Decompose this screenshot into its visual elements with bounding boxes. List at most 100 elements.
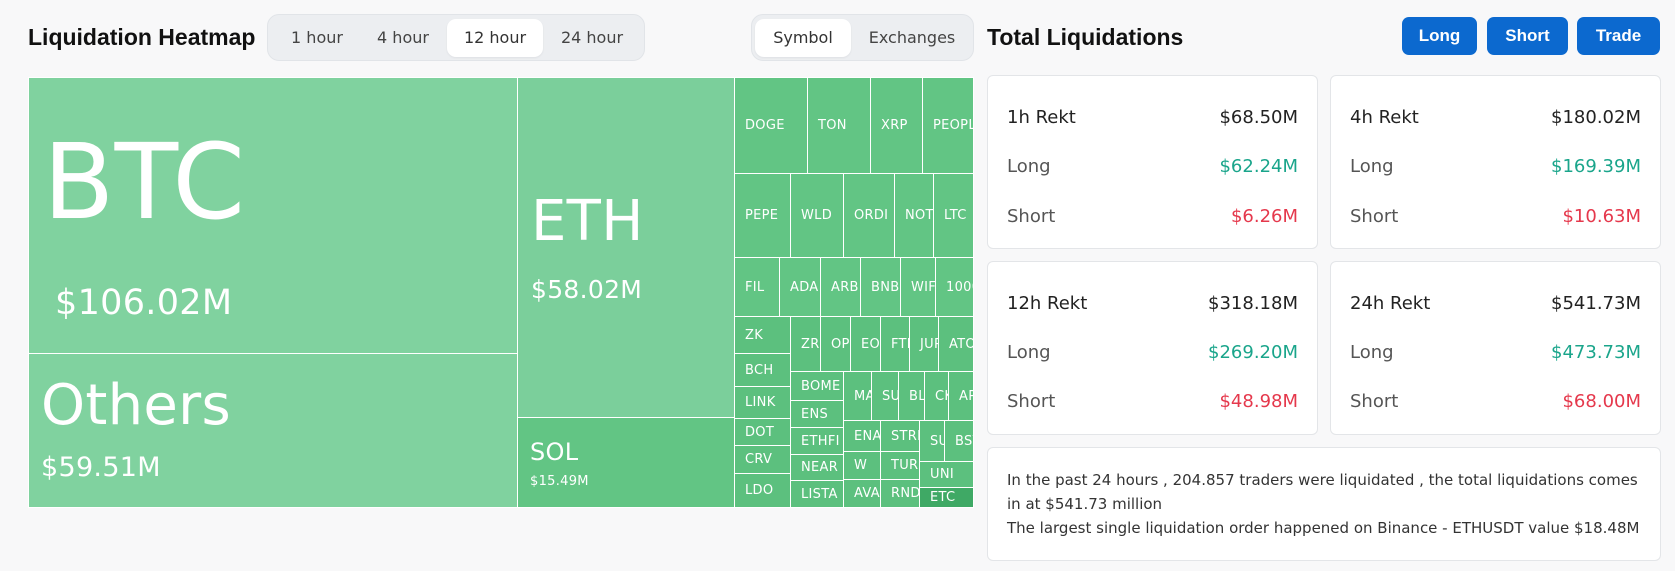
card-total: $68.50M xyxy=(1219,106,1298,128)
heatmap-tile-arb[interactable]: ARB xyxy=(820,257,861,317)
heatmap-tile-bsv[interactable]: BSV xyxy=(944,420,974,462)
tab-symbol[interactable]: Symbol xyxy=(755,19,851,57)
heatmap-tile-strk[interactable]: STRK xyxy=(880,420,920,452)
heatmap-tile-atom[interactable]: ATOM xyxy=(938,316,974,372)
heatmap-tile-uni[interactable]: UNI xyxy=(919,461,974,488)
heatmap-tile-bch[interactable]: BCH xyxy=(734,353,791,387)
heatmap-tile-doge[interactable]: DOGE xyxy=(734,77,808,174)
card-header: 12h Rekt $318.18M xyxy=(1007,291,1298,315)
heatmap-tile-op[interactable]: OP xyxy=(820,316,851,372)
card-header: 1h Rekt $68.50M xyxy=(1007,105,1298,129)
long-label: Long xyxy=(1350,155,1394,177)
heatmap-tile-eos[interactable]: EOS xyxy=(850,316,881,372)
card-total: $180.02M xyxy=(1551,106,1641,128)
short-value: $10.63M xyxy=(1562,205,1641,227)
card-short-row: Short $68.00M xyxy=(1350,389,1641,413)
heatmap-tile-ens[interactable]: ENS xyxy=(790,400,844,428)
view-tabs: Symbol Exchanges xyxy=(751,14,974,61)
long-label: Long xyxy=(1007,341,1051,363)
heatmap-tile-pepe[interactable]: PEPE xyxy=(734,173,791,258)
card-short-row: Short $10.63M xyxy=(1350,204,1641,228)
heatmap-tile-zk[interactable]: ZK xyxy=(734,316,791,354)
tab-exchanges[interactable]: Exchanges xyxy=(855,19,969,57)
heatmap-tile-near[interactable]: NEAR xyxy=(790,454,844,481)
long-value: $169.39M xyxy=(1551,155,1641,177)
summary-line-1: In the past 24 hours , 204.857 traders w… xyxy=(1007,471,1638,513)
heatmap-tile-w[interactable]: W xyxy=(843,451,881,480)
tile-value: $106.02M xyxy=(55,283,233,323)
card-title: 12h Rekt xyxy=(1007,292,1088,314)
long-label: Long xyxy=(1007,155,1051,177)
heatmap-tile-sushi[interactable]: SUSHI xyxy=(919,420,945,462)
heatmap-tile-1000[interactable]: 1000 xyxy=(935,257,974,317)
heatmap-tile-apt[interactable]: APT xyxy=(948,371,974,421)
card-long-row: Long $473.73M xyxy=(1350,340,1641,364)
heatmap-tile-ada[interactable]: ADA xyxy=(779,257,821,317)
tab-1-hour[interactable]: 1 hour xyxy=(276,19,358,57)
heatmap-tile-matic[interactable]: MATIC xyxy=(843,371,872,421)
card-long-row: Long $269.20M xyxy=(1007,340,1298,364)
heatmap-tile-rndr[interactable]: RNDR xyxy=(880,479,920,508)
heatmap-tile-sui[interactable]: SUI xyxy=(871,371,899,421)
tile-symbol: BTC xyxy=(43,121,246,243)
card-title: 24h Rekt xyxy=(1350,292,1431,314)
card-header: 4h Rekt $180.02M xyxy=(1350,105,1641,129)
heatmap-tile-fil[interactable]: FIL xyxy=(734,257,780,317)
tile-value: $59.51M xyxy=(41,452,161,483)
heatmap-tile-bome[interactable]: BOME xyxy=(790,371,844,401)
heatmap-tile-xrp[interactable]: XRP xyxy=(870,77,923,174)
card-short-row: Short $6.26M xyxy=(1007,204,1298,228)
heatmap-tile-dot[interactable]: DOT xyxy=(734,418,791,446)
heatmap-tile-link[interactable]: LINK xyxy=(734,386,791,419)
trade-button[interactable]: Trade xyxy=(1577,17,1660,55)
liquidation-summary: In the past 24 hours , 204.857 traders w… xyxy=(987,447,1661,561)
heatmap-tile-crv[interactable]: CRV xyxy=(734,445,791,474)
card-long-row: Long $169.39M xyxy=(1350,154,1641,178)
card-total: $318.18M xyxy=(1208,292,1298,314)
heatmap-tile-people[interactable]: PEOPLE xyxy=(922,77,974,174)
short-label: Short xyxy=(1007,205,1056,227)
heatmap-tile-wld[interactable]: WLD xyxy=(790,173,844,258)
tile-symbol: ETH xyxy=(531,189,644,254)
heatmap-tile-ethfi[interactable]: ETHFI xyxy=(790,427,844,455)
rekt-card-12h: 12h Rekt $318.18M Long $269.20M Short $4… xyxy=(987,261,1318,435)
heatmap-tile-wif[interactable]: WIF xyxy=(900,257,936,317)
heatmap-tile-others[interactable]: Others $59.51M xyxy=(28,353,518,508)
heatmap-tile-ckb[interactable]: CKB xyxy=(924,371,949,421)
heatmap-tile-not[interactable]: NOT xyxy=(894,173,934,258)
long-label: Long xyxy=(1350,341,1394,363)
rekt-card-1h: 1h Rekt $68.50M Long $62.24M Short $6.26… xyxy=(987,75,1318,249)
long-value: $269.20M xyxy=(1208,341,1298,363)
long-button[interactable]: Long xyxy=(1402,17,1477,55)
tab-12-hour[interactable]: 12 hour xyxy=(447,19,543,57)
heatmap-tile-ton[interactable]: TON xyxy=(807,77,871,174)
heatmap-tile-jup[interactable]: JUP xyxy=(909,316,939,372)
tab-4-hour[interactable]: 4 hour xyxy=(362,19,444,57)
heatmap-tile-ordi[interactable]: ORDI xyxy=(843,173,895,258)
tile-symbol: SOL xyxy=(530,438,579,466)
rekt-card-24h: 24h Rekt $541.73M Long $473.73M Short $6… xyxy=(1330,261,1661,435)
card-title: 1h Rekt xyxy=(1007,106,1076,128)
tile-value: $15.49M xyxy=(530,474,589,489)
card-title: 4h Rekt xyxy=(1350,106,1419,128)
short-button[interactable]: Short xyxy=(1487,17,1568,55)
heatmap-tile-bnb[interactable]: BNB xyxy=(860,257,901,317)
heatmap-tile-ldo[interactable]: LDO xyxy=(734,473,791,508)
heatmap-tile-ena[interactable]: ENA xyxy=(843,420,881,452)
heatmap-tile-ftm[interactable]: FTM xyxy=(880,316,910,372)
heatmap-tile-eth[interactable]: ETH $58.02M xyxy=(517,77,735,418)
heatmap-tile-lista[interactable]: LISTA xyxy=(790,480,844,508)
heatmap-tile-zro[interactable]: ZRO xyxy=(790,316,821,372)
short-value: $6.26M xyxy=(1230,205,1298,227)
heatmap-tile-btc[interactable]: BTC $106.02M xyxy=(28,77,518,354)
heatmap-tile-avax[interactable]: AVAX xyxy=(843,479,881,508)
heatmap-tile-ltc[interactable]: LTC xyxy=(933,173,974,258)
short-label: Short xyxy=(1350,205,1399,227)
heatmap-title: Liquidation Heatmap xyxy=(28,24,256,50)
short-label: Short xyxy=(1007,390,1056,412)
heatmap-tile-turbo[interactable]: TURBO xyxy=(880,451,920,480)
heatmap-tile-blur[interactable]: BLUR xyxy=(898,371,925,421)
tab-24-hour[interactable]: 24 hour xyxy=(547,19,637,57)
heatmap-tile-etc[interactable]: ETC xyxy=(919,487,974,508)
heatmap-tile-sol[interactable]: SOL $15.49M xyxy=(517,417,735,508)
